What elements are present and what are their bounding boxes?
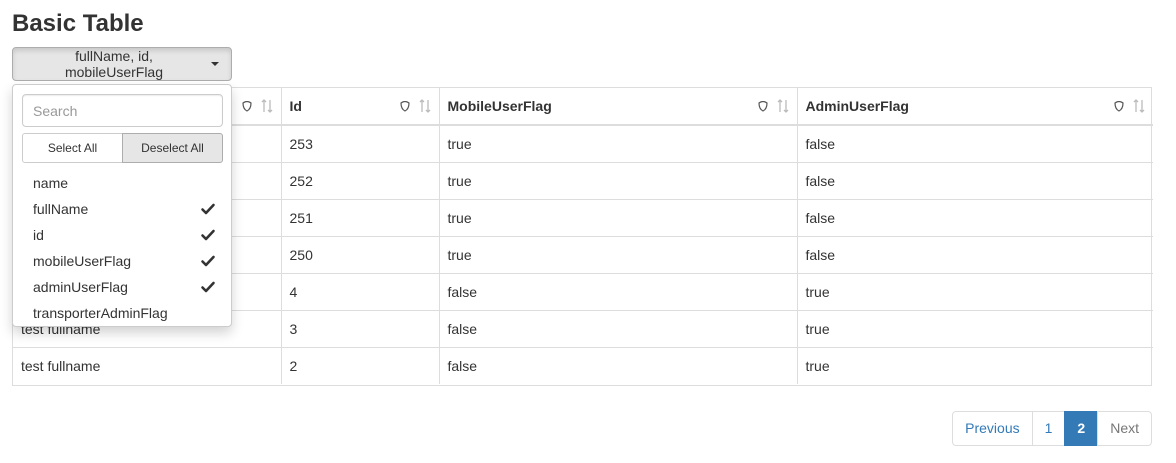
deselect-all-button[interactable]: Deselect All	[122, 133, 223, 163]
check-icon	[201, 203, 215, 215]
select-all-button[interactable]: Select All	[22, 133, 123, 163]
column-option-label: id	[33, 227, 44, 243]
table-row: test fullname 2 false true	[13, 346, 1153, 384]
table-cell: 252	[280, 161, 440, 200]
table-cell: 3	[280, 309, 440, 348]
column-option-label: transporterAdminFlag	[33, 305, 168, 321]
column-option-label: mobileUserFlag	[33, 253, 132, 269]
table-cell: true	[438, 161, 798, 200]
filter-icon[interactable]	[241, 100, 253, 112]
table-cell: 4	[280, 272, 440, 311]
columns-dropdown-menu: Select All Deselect All name fullName id…	[12, 84, 232, 327]
column-search-input[interactable]	[22, 94, 223, 127]
table-cell: 251	[280, 198, 440, 237]
pagination: Previous 1 2 Next	[952, 411, 1152, 446]
columns-toggle-button[interactable]: fullName, id, mobileUserFlag	[12, 47, 232, 81]
sort-icon[interactable]	[261, 99, 273, 113]
column-option-adminuserflag[interactable]: adminUserFlag	[22, 274, 222, 300]
previous-page-button[interactable]: Previous	[952, 411, 1033, 446]
column-option-mobileuserflag[interactable]: mobileUserFlag	[22, 248, 222, 274]
column-option-label: fullName	[33, 201, 89, 217]
table-cell: false	[796, 198, 1153, 237]
table-cell: false	[438, 309, 798, 348]
table-cell: true	[438, 235, 798, 274]
caret-down-icon	[211, 62, 219, 66]
page-2-button[interactable]: 2	[1064, 411, 1099, 446]
column-option-fullname[interactable]: fullName	[22, 196, 222, 222]
table-cell: false	[438, 346, 798, 384]
table-cell: 250	[280, 235, 440, 274]
select-buttons-group: Select All Deselect All	[22, 133, 223, 163]
column-option-name[interactable]: name	[22, 170, 222, 196]
next-page-button[interactable]: Next	[1097, 411, 1152, 446]
table-cell: true	[438, 198, 798, 237]
page-1-button[interactable]: 1	[1031, 411, 1066, 446]
header-id[interactable]: Id	[280, 88, 440, 126]
column-option-label: adminUserFlag	[33, 279, 128, 295]
page-title: Basic Table	[12, 10, 144, 37]
table-cell: true	[796, 309, 1153, 348]
filter-icon[interactable]	[757, 100, 769, 112]
check-icon	[201, 281, 215, 293]
column-list: name fullName id mobileUserFlag adminUse…	[22, 170, 222, 326]
check-icon	[201, 229, 215, 241]
table-cell: false	[796, 235, 1153, 274]
column-option-label: name	[33, 175, 69, 191]
column-option-transporteradminflag[interactable]: transporterAdminFlag	[22, 300, 222, 326]
table-cell: true	[438, 124, 798, 163]
sort-icon[interactable]	[1133, 99, 1145, 113]
table-cell: false	[796, 124, 1153, 163]
table-cell: true	[796, 272, 1153, 311]
table-cell: false	[438, 272, 798, 311]
column-option-id[interactable]: id	[22, 222, 222, 248]
sort-icon[interactable]	[419, 99, 431, 113]
filter-icon[interactable]	[399, 100, 411, 112]
table-cell: 253	[280, 124, 440, 163]
filter-icon[interactable]	[1113, 100, 1125, 112]
table-cell: true	[796, 346, 1153, 384]
check-icon	[201, 255, 215, 267]
table-cell: 2	[280, 346, 440, 384]
table-cell: false	[796, 161, 1153, 200]
table-cell: test fullname	[13, 346, 282, 384]
sort-icon[interactable]	[777, 99, 789, 113]
columns-toggle-label: fullName, id, mobileUserFlag	[64, 48, 164, 80]
header-adminuserflag[interactable]: AdminUserFlag	[796, 88, 1153, 126]
header-mobileuserflag[interactable]: MobileUserFlag	[438, 88, 798, 126]
